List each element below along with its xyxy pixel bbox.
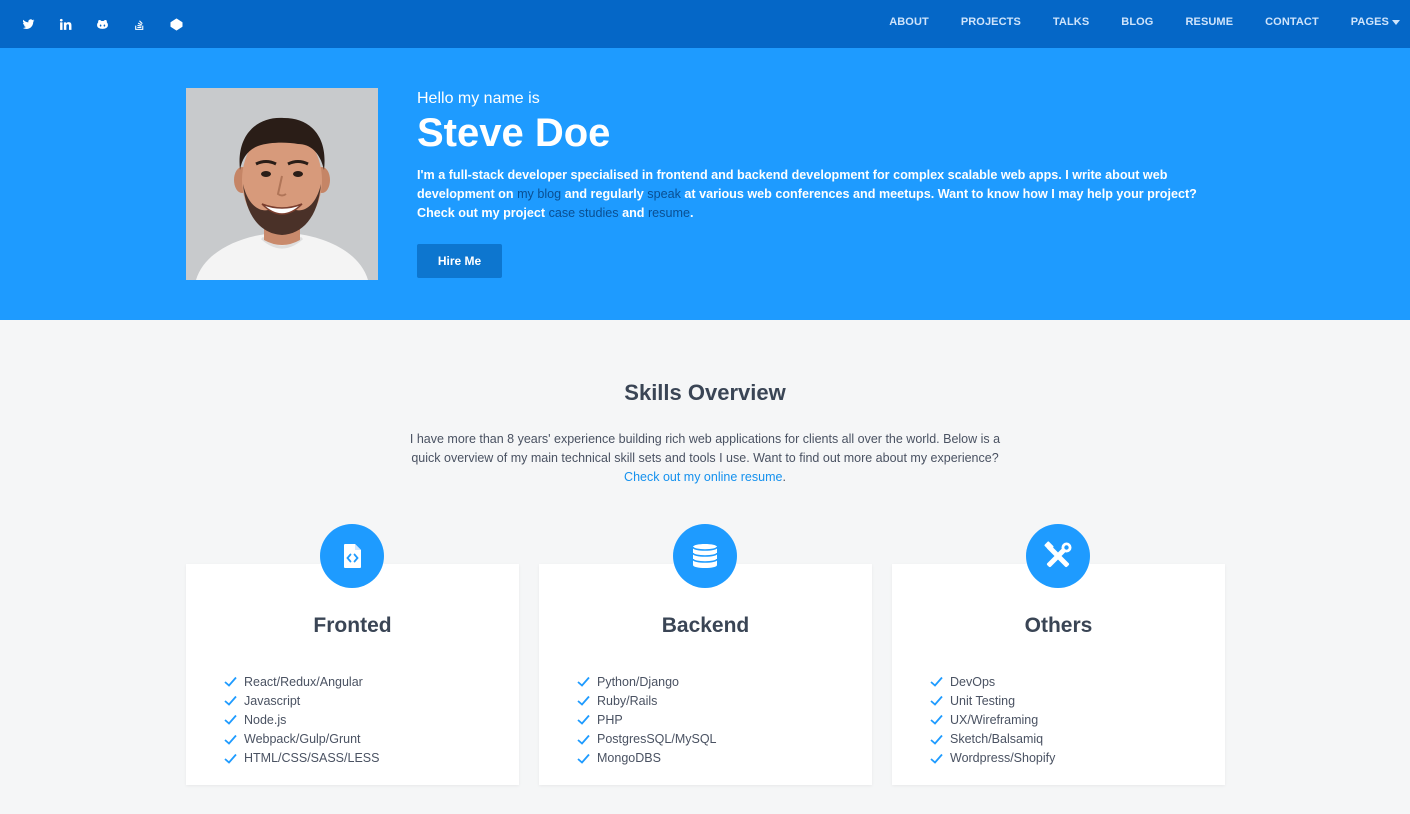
skills-intro: I have more than 8 years' experience bui…	[400, 430, 1010, 487]
caret-down-icon	[1392, 19, 1400, 25]
skills-intro-suffix: .	[782, 470, 786, 484]
check-icon	[577, 715, 590, 726]
check-icon	[224, 677, 237, 687]
linkedin-icon[interactable]	[55, 14, 75, 34]
profile-photo	[186, 88, 378, 280]
skill-icon-circle	[320, 524, 384, 588]
nav-pages-dropdown[interactable]: PAGES	[1351, 16, 1400, 28]
tools-icon	[1044, 541, 1072, 568]
check-icon	[930, 696, 943, 707]
skill-card-title: Others	[1024, 614, 1093, 637]
check-icon	[224, 734, 237, 745]
check-icon	[930, 715, 943, 726]
hero-section: Hello my name is Steve Doe I'm a full-st…	[0, 48, 1410, 320]
skills-title: Skills Overview	[624, 380, 786, 405]
list-item: React/Redux/Angular	[224, 672, 379, 691]
list-item: Wordpress/Shopify	[930, 749, 1055, 768]
file-code-icon	[344, 544, 361, 568]
nav-about[interactable]: ABOUT	[889, 16, 929, 28]
check-icon	[930, 753, 943, 764]
skill-item-label: Sketch/Balsamiq	[950, 732, 1044, 747]
skill-icon-circle	[673, 524, 737, 588]
list-item: Sketch/Balsamiq	[930, 730, 1055, 749]
social-links	[18, 14, 186, 34]
list-item: PHP	[577, 710, 717, 729]
check-icon	[224, 715, 237, 726]
speak-link[interactable]: speak	[647, 187, 681, 201]
skill-item-label: PHP	[597, 712, 623, 727]
list-item: Javascript	[224, 691, 379, 710]
nav-projects[interactable]: PROJECTS	[961, 16, 1021, 28]
hero-name: Steve Doe	[417, 111, 611, 155]
list-item: DevOps	[930, 672, 1055, 691]
skill-item-label: Wordpress/Shopify	[950, 751, 1056, 766]
list-item: Node.js	[224, 710, 379, 729]
skill-card-others: Others DevOps Unit Testing UX/Wireframin…	[892, 524, 1225, 785]
list-item: Unit Testing	[930, 691, 1055, 710]
skill-item-label: Ruby/Rails	[597, 693, 658, 708]
list-item: Python/Django	[577, 672, 717, 691]
skill-item-label: Python/Django	[597, 674, 680, 689]
main-nav: ABOUT PROJECTS TALKS BLOG RESUME CONTACT…	[857, 0, 1400, 44]
skill-item-label: PostgresSQL/MySQL	[597, 732, 717, 747]
check-icon	[577, 677, 590, 687]
skill-card-frontend: Fronted React/Redux/Angular Javascript N…	[186, 524, 519, 785]
nav-pages-label: PAGES	[1350, 16, 1389, 28]
list-item: Ruby/Rails	[577, 691, 717, 710]
nav-talks[interactable]: TALKS	[1053, 16, 1089, 28]
list-item: HTML/CSS/SASS/LESS	[224, 749, 379, 768]
case-studies-link[interactable]: case studies	[549, 206, 619, 220]
skill-card-title: Backend	[661, 614, 750, 637]
github-icon[interactable]	[92, 14, 112, 34]
intro-text-5: .	[689, 206, 694, 220]
check-icon	[224, 753, 237, 764]
online-resume-link[interactable]: Check out my online resume	[624, 470, 782, 484]
intro-text-4: and	[618, 206, 648, 220]
hire-me-button[interactable]: Hire Me	[417, 244, 502, 278]
nav-contact[interactable]: CONTACT	[1265, 16, 1319, 28]
skill-card-title: Fronted	[313, 614, 392, 637]
list-item: Webpack/Gulp/Grunt	[224, 730, 379, 749]
hero-intro: I'm a full-stack developer specialised i…	[417, 166, 1227, 223]
list-item: UX/Wireframing	[930, 710, 1055, 729]
skill-item-label: Node.js	[244, 712, 287, 727]
list-item: PostgresSQL/MySQL	[577, 730, 717, 749]
check-icon	[930, 677, 943, 687]
nav-resume[interactable]: RESUME	[1185, 16, 1233, 28]
skill-item-label: HTML/CSS/SASS/LESS	[244, 751, 380, 766]
intro-text-2: and regularly	[561, 187, 648, 201]
skills-intro-text: I have more than 8 years' experience bui…	[409, 432, 1001, 465]
blog-link[interactable]: my blog	[517, 187, 561, 201]
skill-item-label: UX/Wireframing	[950, 712, 1039, 727]
skill-list: Python/Django Ruby/Rails PHP PostgresSQL…	[577, 672, 717, 768]
stackoverflow-icon[interactable]	[129, 14, 149, 34]
nav-blog[interactable]: BLOG	[1121, 16, 1153, 28]
skill-icon-circle	[1026, 524, 1090, 588]
skill-item-label: Webpack/Gulp/Grunt	[244, 732, 361, 747]
skill-item-label: MongoDBS	[597, 751, 661, 766]
check-icon	[224, 696, 237, 707]
list-item: MongoDBS	[577, 749, 717, 768]
check-icon	[577, 696, 590, 707]
check-icon	[930, 734, 943, 745]
skill-card-backend: Backend Python/Django Ruby/Rails PHP Pos…	[539, 524, 872, 785]
skill-item-label: DevOps	[950, 674, 996, 689]
top-navbar: ABOUT PROJECTS TALKS BLOG RESUME CONTACT…	[0, 0, 1410, 48]
skill-item-label: Javascript	[244, 693, 301, 708]
skill-list: React/Redux/Angular Javascript Node.js W…	[224, 672, 379, 768]
skill-list: DevOps Unit Testing UX/Wireframing Sketc…	[930, 672, 1055, 768]
hero-greeting: Hello my name is	[417, 90, 540, 107]
twitter-icon[interactable]	[18, 14, 38, 34]
check-icon	[577, 734, 590, 745]
resume-link[interactable]: resume	[648, 206, 690, 220]
skill-item-label: Unit Testing	[950, 693, 1016, 708]
skill-item-label: React/Redux/Angular	[244, 674, 363, 689]
check-icon	[577, 753, 590, 764]
database-icon	[692, 544, 718, 568]
hero-text: Hello my name is Steve Doe I'm a full-st…	[417, 88, 1227, 278]
codepen-icon[interactable]	[166, 14, 186, 34]
